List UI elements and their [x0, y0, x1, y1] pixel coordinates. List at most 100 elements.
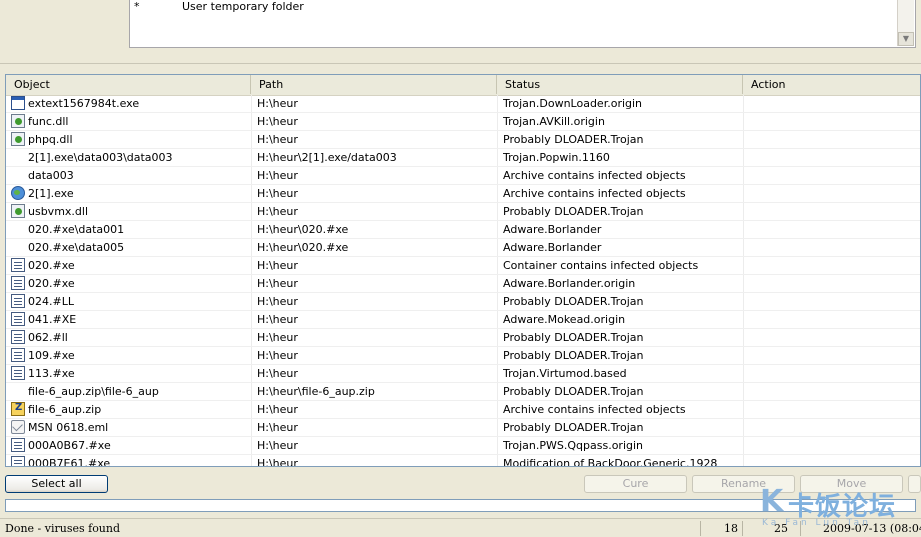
action-cell [751, 383, 911, 400]
scroll-down-arrow-icon[interactable]: ▼ [898, 32, 914, 46]
application-icon [11, 96, 25, 110]
status-message: Done - viruses found [5, 522, 121, 535]
path-cell: H:\heur [257, 205, 298, 218]
table-row[interactable]: 024.#LL H:\heur Probably DLOADER.Trojan [6, 293, 920, 311]
table-row[interactable]: MSN 0618.eml H:\heur Probably DLOADER.Troj… [6, 419, 920, 437]
status-cell: Archive contains infected objects [503, 403, 686, 416]
path-cell: H:\heur [257, 331, 298, 344]
status-cell: Trojan.Popwin.1160 [503, 151, 610, 164]
dll-file-icon [11, 204, 25, 218]
table-row[interactable]: 020.#xe\data005 H:\heur\020.#xe Adware.Bor… [6, 239, 920, 257]
object-cell: func.dll [28, 115, 69, 128]
dll-file-icon [11, 132, 25, 146]
status-divider [742, 521, 743, 536]
status-cell: Adware.Borlander.origin [503, 277, 636, 290]
table-row[interactable]: usbvmx.dll H:\heur Probably DLOADER.Trojan [6, 203, 920, 221]
document-icon [11, 456, 25, 466]
object-cell: 041.#XE [28, 313, 77, 326]
document-icon [11, 348, 25, 362]
action-cell [751, 185, 911, 202]
path-cell: H:\heur [257, 439, 298, 452]
path-cell: H:\heur\020.#xe [257, 223, 349, 236]
object-cell: file-6_aup.zip [28, 403, 102, 416]
object-cell: 2[1].exe [28, 187, 74, 200]
action-cell [751, 239, 911, 256]
path-cell: H:\heur [257, 133, 298, 146]
action-cell [751, 275, 911, 292]
table-row[interactable]: file-6_aup.zip H:\heur Archive contains in… [6, 401, 920, 419]
table-row[interactable]: 2[1].exe\data003\data003 H:\heur\2[1].exe… [6, 149, 920, 167]
watermark-subtitle: Ka Fan Lun Tan [762, 518, 871, 528]
scan-results-list[interactable]: Object Path Status Action extext1567984t… [5, 74, 921, 467]
path-cell: H:\heur [257, 169, 298, 182]
path-cell: H:\heur\020.#xe [257, 241, 349, 254]
status-cell: Probably DLOADER.Trojan [503, 421, 644, 434]
object-cell: phpq.dll [28, 133, 73, 146]
table-row[interactable]: 020.#xe\data001 H:\heur\020.#xe Adware.Bor… [6, 221, 920, 239]
object-cell: 024.#LL [28, 295, 74, 308]
object-cell: 113.#xe [28, 367, 75, 380]
document-icon [11, 312, 25, 326]
column-header-status[interactable]: Status [497, 75, 743, 94]
select-all-button[interactable]: Select all [5, 475, 108, 493]
action-cell [751, 311, 911, 328]
action-cell [751, 347, 911, 364]
table-row[interactable]: 109.#xe H:\heur Probably DLOADER.Trojan [6, 347, 920, 365]
column-header-path[interactable]: Path [251, 75, 497, 94]
table-row[interactable]: 000B7E61.#xe H:\heur Modification of BackD… [6, 455, 920, 467]
list-header: Object Path Status Action [6, 75, 920, 96]
status-cell: Trojan.AVKill.origin [503, 115, 605, 128]
table-row[interactable]: 113.#xe H:\heur Trojan.Virtumod.based [6, 365, 920, 383]
object-cell: 020.#xe [28, 277, 75, 290]
path-cell: H:\heur [257, 367, 298, 380]
table-row[interactable]: 020.#xe H:\heur Container contains infecte… [6, 257, 920, 275]
action-cell [751, 221, 911, 238]
action-cell [751, 455, 911, 466]
panel-divider [0, 63, 921, 64]
action-cell [751, 257, 911, 274]
action-cell [751, 167, 911, 184]
status-cell: Adware.Borlander [503, 223, 602, 236]
column-header-object[interactable]: Object [6, 75, 251, 94]
object-cell: file-6_aup.zip\file-6_aup [28, 385, 159, 398]
path-cell: H:\heur [257, 421, 298, 434]
document-icon [11, 294, 25, 308]
document-icon [11, 276, 25, 290]
table-row[interactable]: extext1567984t.exe H:\heur Trojan.DownLoad… [6, 95, 920, 113]
object-cell: 020.#xe\data005 [28, 241, 125, 254]
table-row[interactable]: 041.#XE H:\heur Adware.Mokead.origin [6, 311, 920, 329]
path-cell: H:\heur [257, 349, 298, 362]
status-cell: Probably DLOADER.Trojan [503, 295, 644, 308]
column-header-action[interactable]: Action [743, 75, 920, 94]
document-icon [11, 330, 25, 344]
email-file-icon [11, 420, 25, 434]
object-cell: data003 [28, 169, 74, 182]
cure-button[interactable]: Cure [584, 475, 687, 493]
table-row[interactable]: 000A0B67.#xe H:\heur Trojan.PWS.Qqpass.ori… [6, 437, 920, 455]
table-row[interactable]: 2[1].exe H:\heur Archive contains infected… [6, 185, 920, 203]
table-row[interactable]: 020.#xe H:\heur Adware.Borlander.origin [6, 275, 920, 293]
table-row[interactable]: file-6_aup.zip\file-6_aup H:\heur\file-6_… [6, 383, 920, 401]
watermark-k-icon: K [760, 484, 784, 519]
status-cell: Adware.Borlander [503, 241, 602, 254]
action-cell [751, 419, 911, 436]
object-cell: 109.#xe [28, 349, 75, 362]
notes-bullet: * [134, 0, 140, 13]
forum-watermark-logo: K 卡饭论坛 Ka Fan Lun Tan [760, 484, 920, 534]
path-cell: H:\heur [257, 277, 298, 290]
table-row[interactable]: data003 H:\heur Archive contains infected … [6, 167, 920, 185]
object-cell: MSN 0618.eml [28, 421, 109, 434]
table-row[interactable]: func.dll H:\heur Trojan.AVKill.origin [6, 113, 920, 131]
status-cell: Container contains infected objects [503, 259, 699, 272]
action-cell [751, 401, 911, 418]
status-cell: Probably DLOADER.Trojan [503, 205, 644, 218]
notes-scrollbar[interactable]: ▼ [897, 0, 914, 46]
action-cell [751, 437, 911, 454]
table-row[interactable]: phpq.dll H:\heur Probably DLOADER.Trojan [6, 131, 920, 149]
status-cell: Trojan.DownLoader.origin [503, 97, 643, 110]
object-cell: extext1567984t.exe [28, 97, 140, 110]
object-cell: 000B7E61.#xe [28, 457, 111, 467]
status-cell: Modification of BackDoor.Generic.1928 [503, 457, 718, 467]
status-cell: Archive contains infected objects [503, 187, 686, 200]
table-row[interactable]: 062.#ll H:\heur Probably DLOADER.Trojan [6, 329, 920, 347]
